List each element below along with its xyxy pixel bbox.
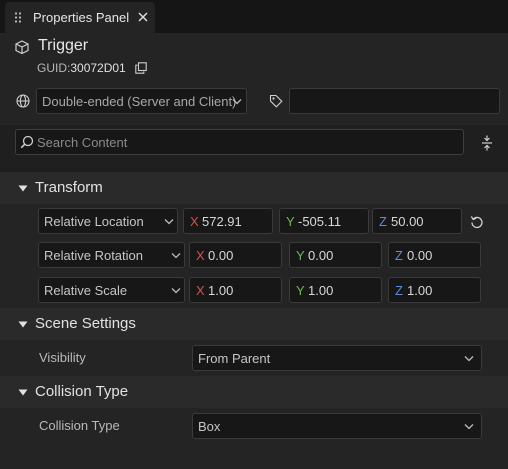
search-icon xyxy=(20,135,34,149)
collision-type-label: Collision Type xyxy=(39,418,120,433)
scale-x-field[interactable]: X 1.00 xyxy=(189,277,282,303)
section-scene-settings[interactable]: Scene Settings xyxy=(0,308,508,340)
transform-mode-rotation[interactable]: Relative Rotation xyxy=(38,242,185,268)
location-z-field[interactable]: Z 50.00 xyxy=(372,208,462,234)
guid-text: GUID:30072D01 xyxy=(37,61,126,75)
transform-mode-label: Relative Location xyxy=(44,214,144,229)
section-collision-type[interactable]: Collision Type xyxy=(0,376,508,408)
chevron-down-icon xyxy=(171,253,181,259)
triangle-down-icon xyxy=(18,321,28,328)
transform-mode-label: Relative Scale xyxy=(44,283,128,298)
scale-z-value: 1.00 xyxy=(407,283,433,298)
network-mode-dropdown[interactable]: Double-ended (Server and Client) xyxy=(36,88,247,114)
axis-z-label: Z xyxy=(395,248,403,263)
chevron-down-icon xyxy=(232,99,242,105)
chevron-down-icon xyxy=(164,219,174,225)
section-title-collision-type: Collision Type xyxy=(35,383,129,400)
cube-icon xyxy=(15,40,29,54)
globe-icon xyxy=(16,94,30,108)
axis-y-label: Y xyxy=(296,248,305,263)
tag-icon xyxy=(269,94,283,108)
tab-title: Properties Panel xyxy=(33,10,130,25)
collision-type-value: Box xyxy=(198,419,221,434)
location-y-value: -505.11 xyxy=(298,214,342,229)
location-y-field[interactable]: Y -505.11 xyxy=(279,208,369,234)
guid-label: GUID: xyxy=(37,61,71,75)
transform-mode-location[interactable]: Relative Location xyxy=(38,208,178,234)
axis-y-label: Y xyxy=(286,214,295,229)
rotation-y-value: 0.00 xyxy=(308,248,334,263)
axis-x-label: X xyxy=(196,248,205,263)
triangle-down-icon xyxy=(18,389,28,396)
grip-icon[interactable] xyxy=(14,12,22,23)
search-box xyxy=(15,129,464,155)
properties-panel-tab[interactable]: Properties Panel xyxy=(5,2,155,33)
rotation-x-value: 0.00 xyxy=(208,248,234,263)
scale-z-field[interactable]: Z 1.00 xyxy=(388,277,481,303)
section-title-scene-settings: Scene Settings xyxy=(35,315,136,332)
expand-collapse-icon[interactable] xyxy=(481,135,493,151)
scale-y-field[interactable]: Y 1.00 xyxy=(289,277,382,303)
copy-icon[interactable] xyxy=(135,62,147,74)
rotation-z-value: 0.00 xyxy=(407,248,433,263)
transform-mode-label: Relative Rotation xyxy=(44,248,143,263)
scale-x-value: 1.00 xyxy=(208,283,234,298)
location-x-value: 572.91 xyxy=(202,214,242,229)
guid-value: 30072D01 xyxy=(70,61,126,75)
axis-z-label: Z xyxy=(379,214,387,229)
axis-z-label: Z xyxy=(395,283,403,298)
triangle-down-icon xyxy=(18,185,28,192)
visibility-label: Visibility xyxy=(39,350,86,365)
chevron-down-icon xyxy=(464,424,474,430)
rotation-z-field[interactable]: Z 0.00 xyxy=(388,242,481,268)
tags-input[interactable] xyxy=(289,88,500,114)
collision-type-dropdown[interactable]: Box xyxy=(192,413,482,439)
axis-x-label: X xyxy=(196,283,205,298)
axis-y-label: Y xyxy=(296,283,305,298)
transform-mode-scale[interactable]: Relative Scale xyxy=(38,277,185,303)
location-x-field[interactable]: X 572.91 xyxy=(183,208,273,234)
location-z-value: 50.00 xyxy=(391,214,424,229)
visibility-dropdown[interactable]: From Parent xyxy=(192,345,482,371)
search-input[interactable] xyxy=(37,133,457,151)
visibility-value: From Parent xyxy=(198,351,271,366)
axis-x-label: X xyxy=(190,214,199,229)
chevron-down-icon xyxy=(171,288,181,294)
scale-y-value: 1.00 xyxy=(308,283,334,298)
rotation-x-field[interactable]: X 0.00 xyxy=(189,242,282,268)
rotation-y-field[interactable]: Y 0.00 xyxy=(289,242,382,268)
network-mode-value: Double-ended (Server and Client) xyxy=(42,94,237,109)
close-icon[interactable] xyxy=(136,10,150,24)
section-transform[interactable]: Transform xyxy=(0,172,508,204)
section-title-transform: Transform xyxy=(35,179,103,196)
tab-bar: Properties Panel xyxy=(0,0,508,33)
chevron-down-icon xyxy=(464,356,474,362)
reset-icon[interactable] xyxy=(470,215,484,229)
object-title: Trigger xyxy=(38,37,89,54)
